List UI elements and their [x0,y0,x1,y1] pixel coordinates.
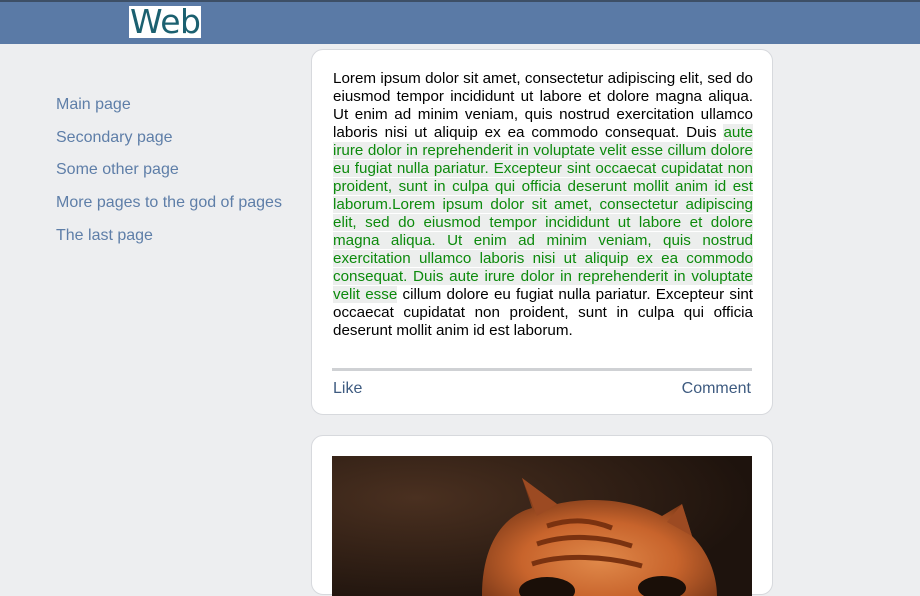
sidebar-item-some-other-page[interactable]: Some other page [56,156,282,189]
comment-button[interactable]: Comment [682,380,751,398]
sidebar-nav: Main page Secondary page Some other page… [56,91,282,254]
sidebar-item-secondary-page[interactable]: Secondary page [56,124,282,157]
site-logo[interactable]: Web [129,5,202,38]
post-divider [332,368,752,371]
sidebar-item-main-page[interactable]: Main page [56,91,282,124]
post-card-image [311,435,773,596]
post-text-selected: aute irure dolor in reprehenderit in vol… [333,124,753,303]
post-card: Lorem ipsum dolor sit amet, consectetur … [311,49,773,415]
sidebar-item-last-page[interactable]: The last page [56,222,282,255]
like-button[interactable]: Like [333,380,362,398]
top-bar: Web [0,0,920,44]
post-text: Lorem ipsum dolor sit amet, consectetur … [333,70,753,340]
post-text-start: Lorem ipsum dolor sit amet, consectetur … [333,70,753,141]
cat-photo-image [332,456,752,596]
sidebar-item-more-pages[interactable]: More pages to the god of pages [56,189,282,222]
post-photo[interactable] [332,456,752,596]
